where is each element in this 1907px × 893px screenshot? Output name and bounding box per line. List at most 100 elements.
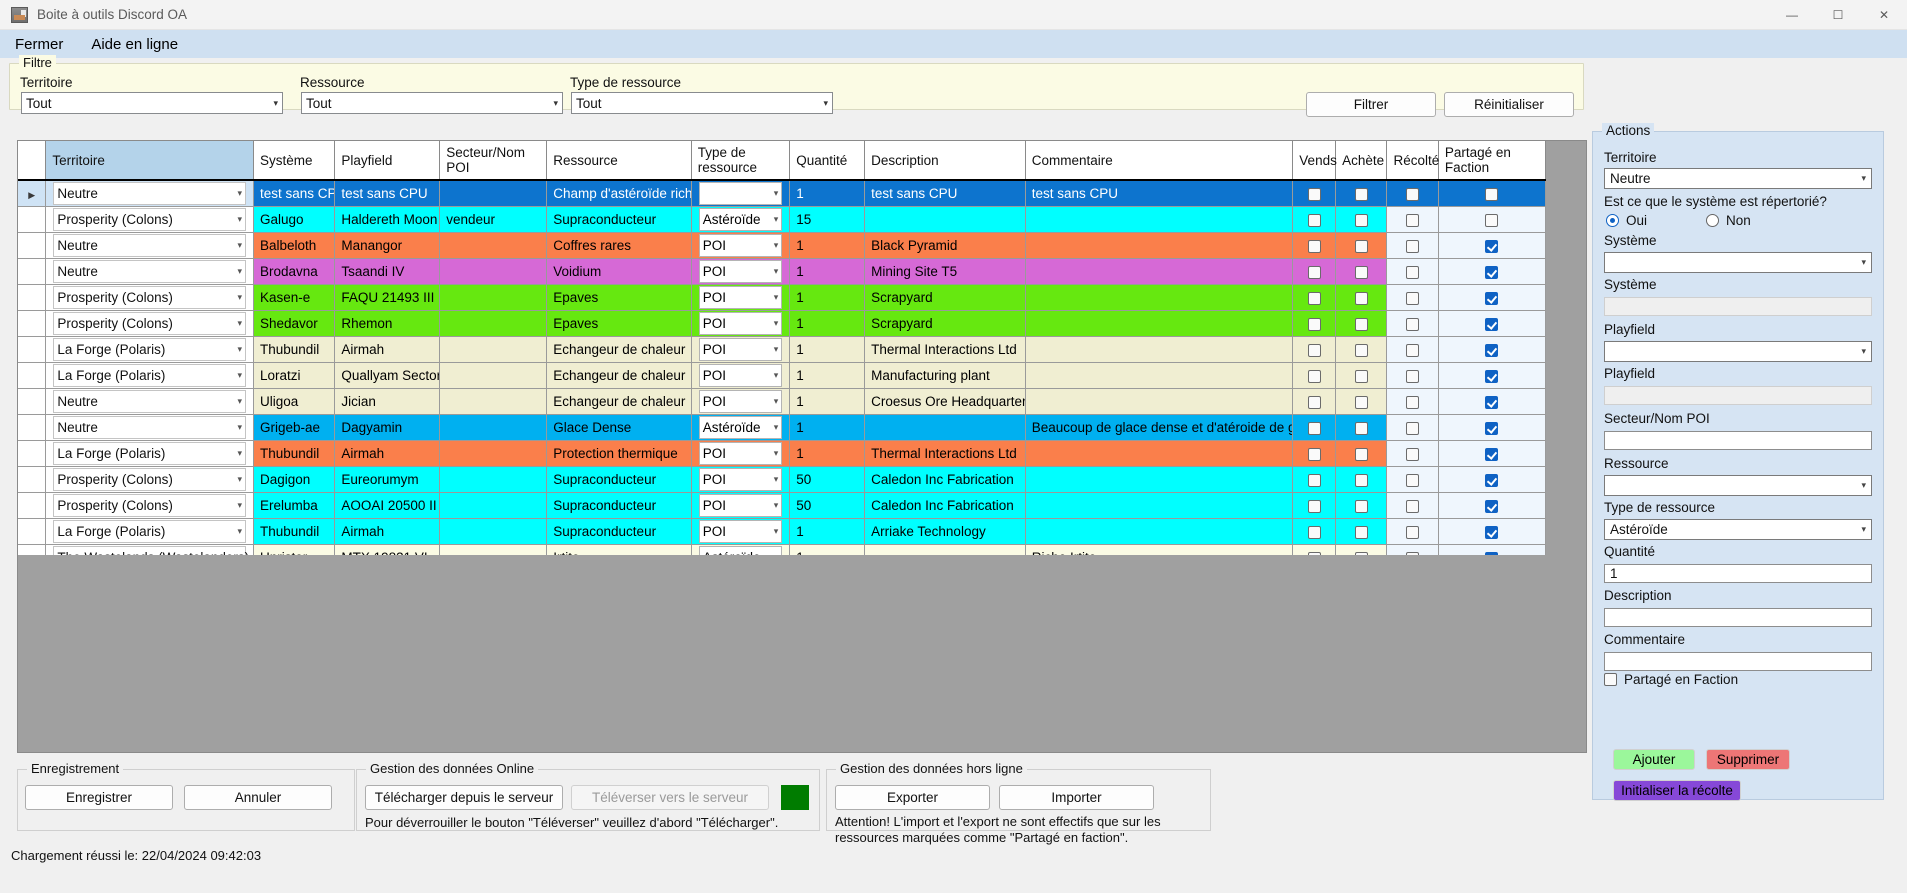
cell-territoire[interactable]: La Forge (Polaris) ▾ <box>45 518 254 545</box>
actions-quantite-input[interactable]: 1 <box>1604 564 1872 583</box>
cell-achete[interactable] <box>1335 466 1388 493</box>
reinitialiser-button[interactable]: Réinitialiser <box>1444 92 1574 117</box>
cell-commentaire[interactable] <box>1025 518 1294 545</box>
cell-recolte[interactable] <box>1386 232 1439 259</box>
cell-commentaire[interactable] <box>1025 466 1294 493</box>
cell-recolte[interactable] <box>1386 362 1439 389</box>
cell-partage-en-faction[interactable] <box>1438 284 1547 311</box>
cell-ressource[interactable]: Supraconducteur <box>546 206 692 233</box>
cell-description[interactable]: test sans CPU <box>864 180 1026 207</box>
cell-vends[interactable] <box>1292 310 1337 337</box>
menu-item-fermer[interactable]: Fermer <box>12 34 66 55</box>
cell-secteur-nom-poi[interactable] <box>439 362 548 389</box>
cell-type-de-ressource[interactable]: POI ▾ <box>691 388 791 415</box>
cell-achete[interactable] <box>1335 414 1388 441</box>
row-selector[interactable] <box>18 388 47 415</box>
cell-quantite[interactable]: 50 <box>789 492 866 519</box>
cell-ressource[interactable]: Supraconducteur <box>546 492 692 519</box>
cell-vends[interactable] <box>1292 414 1337 441</box>
radio-oui[interactable]: Oui <box>1606 213 1647 228</box>
table-row[interactable]: Prosperity (Colons) ▾ Dagigon Eureorumym Sup… <box>18 466 1547 493</box>
cell-systeme[interactable]: Erelumba <box>253 492 336 519</box>
cell-vends[interactable] <box>1292 466 1337 493</box>
cell-recolte[interactable] <box>1386 492 1439 519</box>
col-quantite[interactable]: Quantité <box>789 141 866 181</box>
cell-type-de-ressource[interactable]: Astéroïde ▾ <box>691 180 791 207</box>
row-selector[interactable] <box>18 362 47 389</box>
cell-type-de-ressource[interactable]: POI ▾ <box>691 362 791 389</box>
cell-vends[interactable] <box>1292 258 1337 285</box>
cell-description[interactable]: Caledon Inc Fabrication <box>864 492 1026 519</box>
col-recolte[interactable]: Récolté <box>1386 141 1439 181</box>
cell-ressource[interactable]: Epaves <box>546 310 692 337</box>
cell-description[interactable]: Black Pyramid <box>864 232 1026 259</box>
cell-vends[interactable] <box>1292 206 1337 233</box>
filter-ressource-select[interactable]: Tout ▾ <box>301 92 563 114</box>
cell-commentaire[interactable] <box>1025 258 1294 285</box>
table-row[interactable]: Neutre ▾ Grigeb-ae Dagyamin Glace Dense Astér… <box>18 414 1547 441</box>
cell-territoire[interactable]: Prosperity (Colons) ▾ <box>45 492 254 519</box>
cell-commentaire[interactable] <box>1025 336 1294 363</box>
cell-territoire[interactable]: Neutre ▾ <box>45 180 254 207</box>
col-partage-en-faction[interactable]: Partagé en Faction <box>1438 141 1547 181</box>
cell-vends[interactable] <box>1292 180 1337 207</box>
cell-territoire[interactable]: La Forge (Polaris) ▾ <box>45 440 254 467</box>
actions-secteur-input[interactable] <box>1604 431 1872 450</box>
cell-ressource[interactable]: Echangeur de chaleur <box>546 362 692 389</box>
cell-secteur-nom-poi[interactable]: vendeur <box>439 206 548 233</box>
cell-achete[interactable] <box>1335 492 1388 519</box>
cell-secteur-nom-poi[interactable] <box>439 440 548 467</box>
cell-recolte[interactable] <box>1386 440 1439 467</box>
cell-description[interactable]: Thermal Interactions Ltd <box>864 440 1026 467</box>
cell-partage-en-faction[interactable] <box>1438 362 1547 389</box>
cell-recolte[interactable] <box>1386 466 1439 493</box>
row-selector[interactable] <box>18 284 47 311</box>
cell-description[interactable]: Mining Site T5 <box>864 258 1026 285</box>
cell-quantite[interactable]: 1 <box>789 232 866 259</box>
cell-playfield[interactable]: Eureorumym <box>334 466 441 493</box>
enregistrer-button[interactable]: Enregistrer <box>25 785 173 810</box>
cell-quantite[interactable]: 1 <box>789 284 866 311</box>
cell-vends[interactable] <box>1292 440 1337 467</box>
ajouter-button[interactable]: Ajouter <box>1613 749 1695 770</box>
actions-systeme-input[interactable] <box>1604 297 1872 316</box>
cell-ressource[interactable]: Protection thermique <box>546 440 692 467</box>
cell-secteur-nom-poi[interactable] <box>439 518 548 545</box>
cell-type-de-ressource[interactable]: POI ▾ <box>691 258 791 285</box>
cell-type-de-ressource[interactable]: POI ▾ <box>691 466 791 493</box>
supprimer-button[interactable]: Supprimer <box>1706 749 1790 770</box>
cell-territoire[interactable]: Prosperity (Colons) ▾ <box>45 310 254 337</box>
cell-type-de-ressource[interactable]: POI ▾ <box>691 336 791 363</box>
row-selector[interactable] <box>18 232 47 259</box>
cell-type-de-ressource[interactable]: Astéroïde ▾ <box>691 206 791 233</box>
cell-territoire[interactable]: Neutre ▾ <box>45 388 254 415</box>
cell-systeme[interactable]: Shedavor <box>253 310 336 337</box>
cell-quantite[interactable]: 1 <box>789 362 866 389</box>
cell-description[interactable]: Manufacturing plant <box>864 362 1026 389</box>
row-selector[interactable] <box>18 310 47 337</box>
cell-systeme[interactable]: Loratzi <box>253 362 336 389</box>
col-territoire[interactable]: Territoire <box>45 141 254 181</box>
cell-partage-en-faction[interactable] <box>1438 388 1547 415</box>
table-row[interactable]: La Forge (Polaris) ▾ Loratzi Quallyam Secto… <box>18 362 1547 389</box>
cell-commentaire[interactable]: test sans CPU <box>1025 180 1294 207</box>
table-row[interactable]: La Forge (Polaris) ▾ Thubundil Airmah Echang… <box>18 336 1547 363</box>
cell-ressource[interactable]: Echangeur de chaleur <box>546 388 692 415</box>
col-secteur-nom-poi[interactable]: Secteur/Nom POI <box>439 141 548 181</box>
cell-description[interactable]: Scrapyard <box>864 310 1026 337</box>
initialiser-la-recolte-button[interactable]: Initialiser la récolte <box>1613 780 1741 801</box>
table-row[interactable]: ▶Neutre▾test sans CPUtest sans CPUChamp … <box>18 180 1547 207</box>
cell-recolte[interactable] <box>1386 388 1439 415</box>
close-icon[interactable]: ✕ <box>1861 0 1907 30</box>
cell-playfield[interactable]: Manangor <box>334 232 441 259</box>
exporter-button[interactable]: Exporter <box>835 785 990 810</box>
table-row[interactable]: Prosperity (Colons) ▾ Shedavor Rhemon Epaves… <box>18 310 1547 337</box>
row-selector[interactable] <box>18 258 47 285</box>
cell-vends[interactable] <box>1292 362 1337 389</box>
table-row[interactable]: La Forge (Polaris) ▾ Thubundil Airmah Suprac… <box>18 518 1547 545</box>
cell-quantite[interactable]: 50 <box>789 466 866 493</box>
cell-playfield[interactable]: Jician <box>334 388 441 415</box>
cell-type-de-ressource[interactable]: POI ▾ <box>691 310 791 337</box>
cell-partage-en-faction[interactable] <box>1438 206 1547 233</box>
cell-quantite[interactable]: 1 <box>789 336 866 363</box>
